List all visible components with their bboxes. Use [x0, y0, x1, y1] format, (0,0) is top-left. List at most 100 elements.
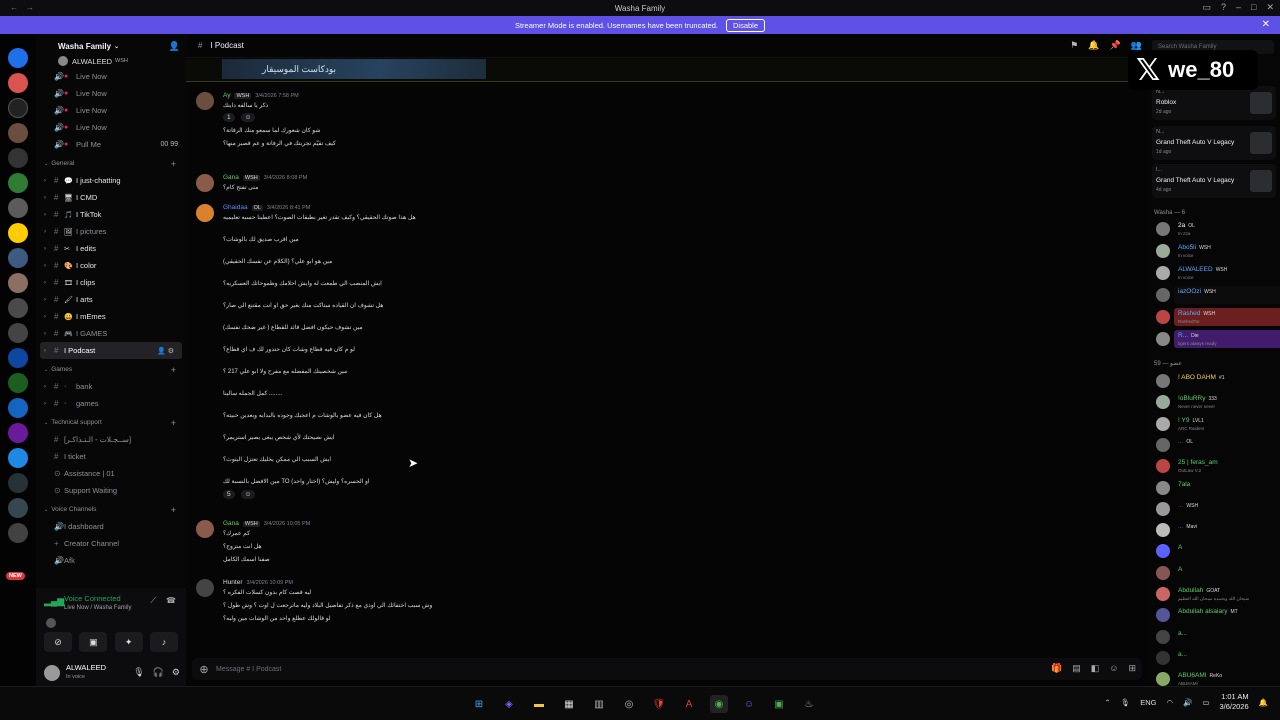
sticker-icon[interactable]: ◧: [1091, 663, 1100, 674]
mic-icon[interactable]: 🎙: [133, 667, 144, 678]
avatar[interactable]: [44, 665, 60, 681]
server-icon[interactable]: [8, 398, 28, 418]
steam-icon[interactable]: ♨: [800, 695, 818, 713]
start-icon[interactable]: ⊞: [470, 695, 488, 713]
category-support[interactable]: ⌄ Technical support +: [36, 414, 186, 431]
server-icon[interactable]: [8, 98, 28, 118]
channel-item[interactable]: › # ✂ I edits: [36, 240, 186, 257]
channel-item[interactable]: › # 🖼 I pictures: [36, 223, 186, 240]
voice-status[interactable]: Voice Connected: [64, 594, 121, 603]
member-item[interactable]: R... Die tigers always ready: [1156, 330, 1280, 348]
channel-item[interactable]: # [ســجـلات - الـتـذاكـر]: [36, 431, 186, 448]
channel-item[interactable]: › # 🖌 I arts: [36, 291, 186, 308]
channel-item[interactable]: › # 🎞 I clips: [36, 274, 186, 291]
member-item[interactable]: !oBluRRy 333 Never never never: [1156, 393, 1278, 411]
reaction[interactable]: 5: [223, 490, 235, 499]
settings-icon[interactable]: ⚙: [172, 667, 180, 678]
avatar[interactable]: [196, 204, 214, 222]
channel-item[interactable]: 🔊 ● Pull Me 00 99: [36, 136, 186, 153]
clock[interactable]: 1:01 AM 3/6/2026: [1219, 692, 1248, 712]
add-channel-icon[interactable]: +: [171, 365, 176, 375]
server-icon[interactable]: [8, 273, 28, 293]
channel-settings-icon[interactable]: 👤 ⚙: [157, 347, 174, 355]
tray-chevron-icon[interactable]: ⌃: [1104, 698, 1110, 707]
back-icon[interactable]: ←: [10, 3, 18, 12]
notifications-icon[interactable]: 🔔: [1259, 698, 1268, 707]
channel-item[interactable]: 🔊 ● Live Now: [36, 68, 186, 85]
discord-icon[interactable]: ☺: [740, 695, 758, 713]
category-games[interactable]: ⌄ Games +: [36, 361, 186, 378]
soundboard-icon[interactable]: ♪: [149, 632, 178, 652]
threads-icon[interactable]: ⚑: [1070, 40, 1078, 51]
pin-icon[interactable]: 📌: [1110, 40, 1121, 51]
member-item[interactable]: ... WSH: [1156, 500, 1278, 518]
message-author[interactable]: Gana: [223, 520, 239, 527]
server-icon[interactable]: [8, 448, 28, 468]
headset-icon[interactable]: 🎧: [153, 667, 164, 678]
channel-item[interactable]: ⊙ Support Waiting: [36, 482, 186, 499]
chrome-icon[interactable]: ◉: [710, 695, 728, 713]
add-channel-icon[interactable]: +: [171, 505, 176, 515]
adobe-icon[interactable]: A: [680, 695, 698, 713]
channel-item[interactable]: › # · games: [36, 395, 186, 412]
activities-icon[interactable]: ✦: [114, 632, 143, 652]
battery-icon[interactable]: ▭: [1202, 698, 1209, 707]
avatar[interactable]: [196, 579, 214, 597]
file-explorer-icon[interactable]: ▬: [530, 695, 548, 713]
member-item[interactable]: a...: [1156, 649, 1278, 667]
member-item[interactable]: ! Y9 LVL1 ARC Raiders: [1156, 415, 1278, 433]
nav-arrows[interactable]: ← →: [10, 3, 34, 12]
maximize-icon[interactable]: □: [1251, 2, 1256, 13]
channel-item[interactable]: › # 🎮 I GAMES: [36, 325, 186, 342]
avatar[interactable]: [196, 520, 214, 538]
brave-icon[interactable]: 🛡: [650, 695, 668, 713]
terminal-icon[interactable]: ▣: [770, 695, 788, 713]
activity-card[interactable]: I... Grand Theft Auto V Legacy 4d ago: [1152, 164, 1276, 198]
close-icon[interactable]: ✕: [1262, 19, 1270, 30]
calculator-icon[interactable]: ▥: [590, 695, 608, 713]
server-icon[interactable]: [8, 123, 28, 143]
server-icon[interactable]: [8, 198, 28, 218]
avatar[interactable]: [196, 174, 214, 192]
server-icon[interactable]: [8, 48, 28, 68]
voice-location[interactable]: Live Now / Washa Family: [64, 605, 131, 611]
disconnect-icon[interactable]: ☎: [166, 596, 176, 605]
server-icon[interactable]: ⚡: [8, 223, 28, 243]
channel-item[interactable]: › # 🖥 I CMD: [36, 189, 186, 206]
server-icon[interactable]: [8, 73, 28, 93]
emoji-icon[interactable]: ☺: [1109, 663, 1118, 674]
server-icon[interactable]: [8, 323, 28, 343]
message-author[interactable]: Ay: [223, 92, 230, 99]
gift-icon[interactable]: 🎁: [1051, 663, 1062, 674]
disable-streamer-button[interactable]: Disable: [726, 18, 766, 32]
add-reaction-icon[interactable]: ☺: [240, 490, 256, 499]
channel-item[interactable]: › # 😀 I mEmes: [36, 308, 186, 325]
server-icon[interactable]: [8, 248, 28, 268]
notification-bell-icon[interactable]: 🔔: [1088, 40, 1099, 51]
member-item[interactable]: ALWALEED WSH In voice: [1156, 264, 1278, 282]
activity-card[interactable]: N... Grand Theft Auto V Legacy 1d ago: [1152, 126, 1276, 160]
member-item[interactable]: 25 | feras_am OutLaw V.2: [1156, 457, 1278, 475]
help-icon[interactable]: ?: [1221, 2, 1226, 13]
copilot-icon[interactable]: ◈: [500, 695, 518, 713]
member-item[interactable]: ... OL: [1156, 436, 1278, 454]
username[interactable]: ALWALEED: [66, 663, 106, 672]
store-icon[interactable]: ▦: [560, 695, 578, 713]
member-item[interactable]: Rashed WSH RashedTor: [1156, 308, 1280, 326]
signal-icon[interactable]: ▂▄▆: [44, 596, 64, 607]
language-indicator[interactable]: ENG: [1140, 698, 1156, 707]
add-channel-icon[interactable]: +: [171, 418, 176, 428]
member-item[interactable]: ... Mavi: [1156, 521, 1278, 539]
mic-tray-icon[interactable]: 🎙: [1121, 698, 1131, 707]
server-icon[interactable]: [8, 348, 28, 368]
member-item[interactable]: 2a OL In z2a: [1156, 220, 1278, 238]
inbox-icon[interactable]: ▭: [1202, 2, 1211, 13]
server-icon[interactable]: [8, 298, 28, 318]
message-input[interactable]: ⊕ Message # I Podcast 🎁 ▤ ◧ ☺ ⊞: [192, 658, 1142, 680]
message-author[interactable]: Ghaidaa: [223, 204, 248, 211]
member-item[interactable]: A: [1156, 564, 1278, 582]
wifi-icon[interactable]: ◠: [1166, 698, 1173, 707]
server-icon[interactable]: [8, 423, 28, 443]
channel-item[interactable]: › # 🎵 I TikTok: [36, 206, 186, 223]
channel-item[interactable]: # I ticket: [36, 448, 186, 465]
